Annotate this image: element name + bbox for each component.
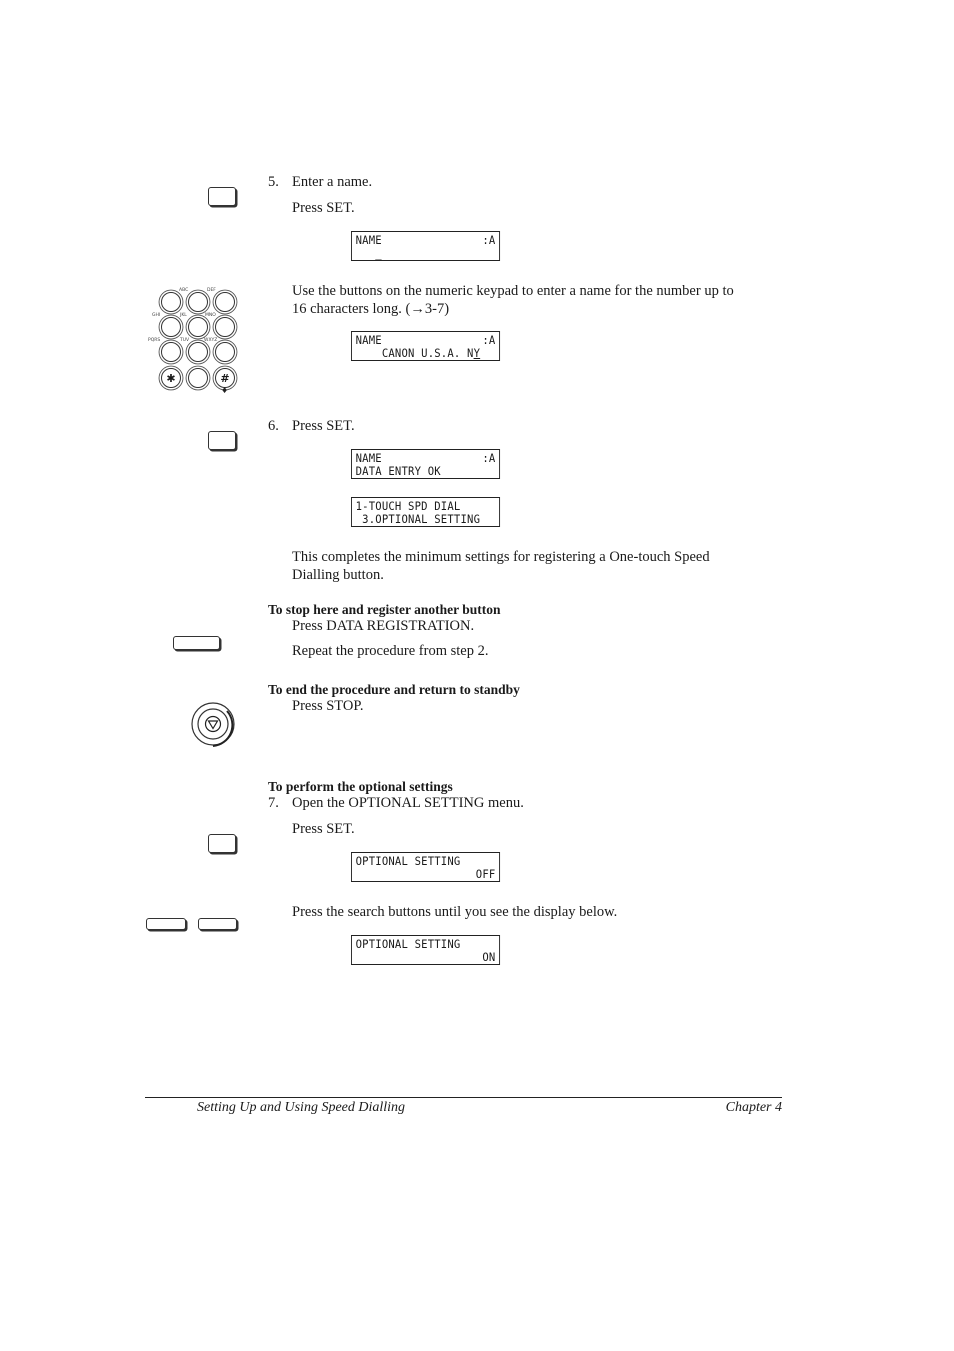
completion-line: This completes the minimum settings for … [292,549,710,565]
keypad-key [215,292,235,312]
set-key-icon [208,187,236,206]
lcd-display: NAME:A _ [351,231,501,261]
keypad-key [161,317,181,337]
instruction-text: Press the search buttons until you see t… [292,904,618,920]
keypad-key [215,342,235,362]
section-heading: To perform the optional settings [268,779,453,794]
stop-key-icon [191,702,237,748]
set-key-icon [208,431,236,450]
lcd-line: CANON U.S.A. N [355,346,474,360]
instruction-line: Use the buttons on the numeric keypad to… [292,283,734,299]
step-title: Enter a name. [292,174,373,190]
step-title: Open the OPTIONAL SETTING menu. [292,795,524,811]
keypad-label: TUV [180,338,190,343]
hash-key-icon: # [215,368,235,388]
keypad-key [188,368,208,388]
instruction-text: Repeat the procedure from step 2. [292,643,489,659]
instruction-text: Press DATA REGISTRATION. [292,618,475,634]
lcd-line: 3.OPTIONAL SETTING [355,512,481,526]
lcd-line: :A [482,233,496,247]
keypad-key [161,292,181,312]
keypad-label: JKL [180,313,187,318]
lcd-line: OPTIONAL SETTING [355,854,461,868]
lcd-display: NAME:A DATA ENTRY OK [351,449,501,479]
lcd-line: ON [482,950,496,964]
step-number: 7. [268,795,279,811]
instruction-text: Press SET. [292,821,355,837]
lcd-line: DATA ENTRY OK [355,464,441,478]
keypad-label: ABC [179,288,189,293]
instruction-text: Press SET. [292,418,355,434]
step-number: 5. [268,174,279,190]
instruction-line: 16 characters long. (→3-7) [292,300,450,317]
completion-line: Dialling button. [292,566,384,583]
keypad-label: GHI [152,313,161,318]
footer-divider [145,1097,782,1098]
keypad-key [188,317,208,337]
completion-text: This completes the minimum settings for … [292,549,792,584]
set-key-icon [208,834,236,853]
keypad-key [215,317,235,337]
lcd-line: OPTIONAL SETTING [355,937,461,951]
numeric-keypad-icon: ABC DEF GHI JKL MNO PQRS TUV WXYZ ✱ # ♦ [140,285,250,400]
lcd-display: NAME:A CANON U.S.A. NY [351,331,501,361]
footer-chapter: Chapter 4 [725,1100,782,1115]
lcd-line: OFF [475,867,496,881]
lcd-cursor: Y [473,346,481,360]
section-heading: To stop here and register another button [268,602,501,617]
data-registration-key-icon [173,636,220,650]
lcd-line: :A [482,451,496,465]
lcd-display: OPTIONAL SETTING OFF [351,852,501,882]
keypad-key [161,342,181,362]
keypad-label: MNO [205,313,216,318]
lcd-display: 1-TOUCH SPD DIAL 3.OPTIONAL SETTING [351,497,501,527]
section-heading: To end the procedure and return to stand… [268,682,520,697]
tone-icon: ♦ [221,386,229,395]
instruction-text: Press SET. [292,200,355,216]
keypad-label: DEF [207,288,216,293]
keypad-label: WXYZ [204,338,218,343]
keypad-key [188,342,208,362]
lcd-line: :A [482,333,496,347]
keypad-label: PQRS [148,338,161,343]
search-right-key-icon [198,918,237,930]
lcd-cursor: _ [355,246,382,260]
lcd-display: OPTIONAL SETTING ON [351,935,501,965]
instruction-text: Press STOP. [292,698,364,714]
instruction-text: Use the buttons on the numeric keypad to… [292,283,792,318]
footer-section-title: Setting Up and Using Speed Dialling [197,1100,406,1115]
search-left-key-icon [146,918,186,930]
star-key-icon: ✱ [161,368,181,388]
step-number: 6. [268,418,279,434]
keypad-key [188,292,208,312]
